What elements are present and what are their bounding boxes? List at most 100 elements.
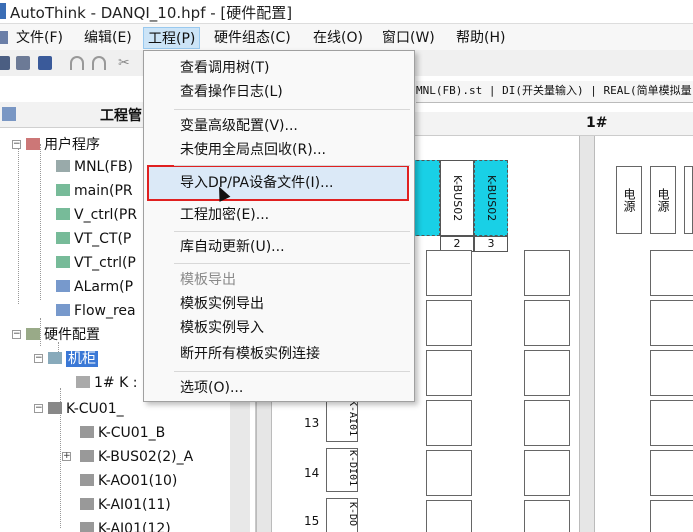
expand-icon[interactable]: + [62, 452, 71, 461]
tree-item-rack[interactable]: 1# K : [76, 372, 137, 394]
module-label: K-DO [347, 502, 358, 527]
tree-item-program[interactable]: V_ctrl(PR [56, 204, 137, 226]
menu-window[interactable]: 窗口(W) [378, 27, 439, 49]
empty-slot[interactable] [524, 350, 570, 396]
new-icon[interactable] [0, 56, 10, 70]
menu-separator [174, 263, 410, 264]
empty-slot[interactable] [650, 300, 693, 346]
tree-label: 机柜 [66, 351, 98, 367]
empty-slot[interactable] [426, 500, 472, 532]
empty-slot[interactable] [426, 300, 472, 346]
menu-separator [174, 371, 410, 372]
cut-icon[interactable]: ✂ [118, 56, 132, 70]
tree-item-module[interactable]: K-CU01_B [80, 422, 165, 444]
tree-item-program[interactable]: ALarm(P [56, 276, 133, 298]
power-module[interactable] [684, 166, 693, 234]
tree-item-module[interactable]: K-AI01(11) [80, 494, 171, 516]
empty-slot[interactable] [524, 400, 570, 446]
controller-icon [48, 402, 62, 414]
module-label: K-DI01 [347, 450, 358, 487]
empty-slot[interactable] [426, 400, 472, 446]
document-icon [0, 31, 8, 44]
module-slot-3[interactable]: K-BUS02 [474, 160, 508, 236]
tree-item-module[interactable]: K-AO01(10) [80, 470, 177, 492]
collapse-icon[interactable]: − [12, 140, 21, 149]
empty-slot[interactable] [650, 450, 693, 496]
menu-separator [174, 231, 410, 232]
project-menu-dropdown: 查看调用树(T) 查看操作日志(L) 变量高级配置(V)... 未使用全局点回收… [143, 50, 415, 402]
tree-item-program[interactable]: main(PR [56, 180, 133, 202]
panel-icon [2, 107, 16, 121]
collapse-icon[interactable]: − [34, 354, 43, 363]
redo-icon[interactable] [92, 56, 106, 70]
empty-slot[interactable] [650, 350, 693, 396]
tree-label: K-AO01(10) [98, 473, 178, 489]
tree-item-program[interactable]: VT_CT(P [56, 228, 131, 250]
empty-slot[interactable] [650, 250, 693, 296]
tree-item-program[interactable]: VT_ctrl(P [56, 252, 136, 274]
panel-title: 工程管 [100, 108, 142, 124]
tree-label: K-CU01_B [98, 425, 166, 441]
menu-online[interactable]: 在线(O) [309, 27, 367, 49]
menu-template-instance-export[interactable]: 模板实例导出 [180, 293, 264, 315]
rack-number: 1# [586, 115, 608, 131]
tree-item-controller[interactable]: − K-CU01_ [34, 398, 124, 420]
collapse-icon[interactable]: − [12, 330, 21, 339]
toolbar: ✂ [0, 50, 150, 76]
program-icon [56, 208, 70, 220]
tree-label: 硬件配置 [44, 327, 100, 343]
tree-label: 1# K : [94, 375, 138, 391]
tree-item-module[interactable]: + K-BUS02(2)_A [62, 446, 193, 468]
empty-slot[interactable] [426, 350, 472, 396]
menu-disconnect-template-instances[interactable]: 断开所有模板实例连接 [180, 343, 320, 365]
menu-variable-advanced-config[interactable]: 变量高级配置(V)... [180, 115, 298, 137]
slot-number: 3 [474, 236, 508, 252]
empty-slot[interactable] [650, 400, 693, 446]
menu-file[interactable]: 文件(F) [12, 27, 67, 49]
window-title: AutoThink - DANQI_10.hpf - [硬件配置] [10, 4, 293, 22]
undo-icon[interactable] [70, 56, 84, 70]
empty-slot[interactable] [426, 450, 472, 496]
module-icon [80, 450, 94, 462]
menu-library-auto-update[interactable]: 库自动更新(U)... [180, 236, 285, 258]
collapse-icon[interactable]: − [34, 404, 43, 413]
menu-project-encryption[interactable]: 工程加密(E)... [180, 204, 269, 226]
empty-slot[interactable] [524, 500, 570, 532]
menu-options[interactable]: 选项(O)... [180, 377, 243, 399]
sfc-icon [56, 280, 70, 292]
menu-project[interactable]: 工程(P) [143, 27, 201, 49]
menu-recycle-unused-points[interactable]: 未使用全局点回收(R)... [180, 139, 326, 161]
menu-template-instance-import[interactable]: 模板实例导入 [180, 317, 264, 339]
tree-item-cabinet[interactable]: − 机柜 [34, 348, 98, 370]
menu-import-dp-pa-device-file[interactable]: 导入DP/PA设备文件(I)... [180, 172, 333, 194]
module-slot-2[interactable]: K-BUS02 [440, 160, 474, 236]
menu-hardware-config[interactable]: 硬件组态(C) [210, 27, 295, 49]
menu-separator [174, 165, 410, 166]
editor-tabs[interactable]: MNL(FB).st | DI(开关量输入) | REAL(简单模拟量 [416, 81, 693, 103]
tree-item-user-program[interactable]: − 用户程序 [12, 134, 100, 156]
menu-edit[interactable]: 编辑(E) [80, 27, 136, 49]
menu-view-operation-log[interactable]: 查看操作日志(L) [180, 81, 283, 103]
tree-item-hardware-config[interactable]: − 硬件配置 [12, 324, 100, 346]
program-icon [56, 184, 70, 196]
open-folder-icon[interactable] [16, 56, 30, 70]
menu-view-call-tree[interactable]: 查看调用树(T) [180, 57, 269, 79]
empty-slot[interactable] [524, 250, 570, 296]
sfc-icon [56, 304, 70, 316]
program-folder-icon [26, 138, 40, 150]
tree-item-module[interactable]: K-AI01(12) [80, 518, 171, 532]
power-module[interactable]: 电源 [616, 166, 642, 234]
save-icon[interactable] [38, 56, 52, 70]
tree-item-program[interactable]: Flow_rea [56, 300, 136, 322]
rack-icon [76, 376, 90, 388]
empty-slot[interactable] [524, 450, 570, 496]
power-module[interactable]: 电源 [650, 166, 676, 234]
tree-item-program[interactable]: MNL(FB) [56, 156, 133, 178]
tree-label: VT_ctrl(P [74, 255, 136, 271]
empty-slot[interactable] [524, 300, 570, 346]
tree-label: K-AI01(11) [98, 497, 171, 513]
menu-help[interactable]: 帮助(H) [452, 27, 509, 49]
module-icon [80, 522, 94, 532]
empty-slot[interactable] [426, 250, 472, 296]
empty-slot[interactable] [650, 500, 693, 532]
